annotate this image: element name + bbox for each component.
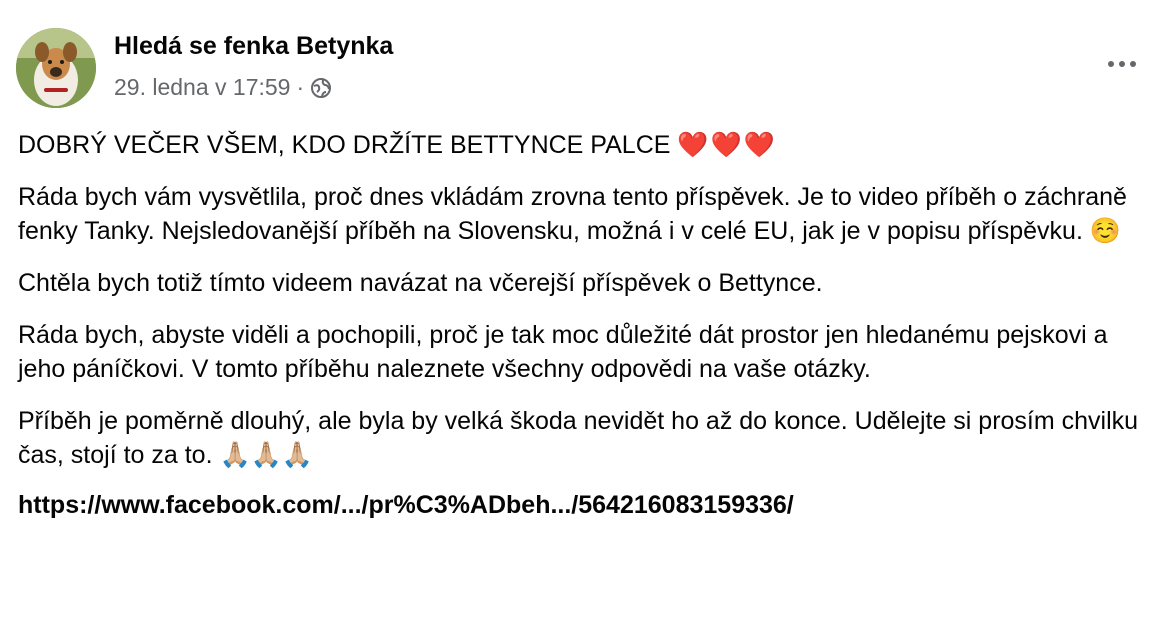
dog-avatar-image: [16, 28, 96, 108]
paragraph-text: Ráda bych, abyste viděli a pochopili, pr…: [18, 321, 1108, 383]
post-paragraph: Ráda bych, abyste viděli a pochopili, pr…: [18, 318, 1153, 386]
paragraph-text: Chtěla bych totiž tímto videem navázat n…: [18, 269, 823, 297]
hearts-emoji: ❤️❤️❤️: [677, 130, 777, 159]
post-paragraph: DOBRÝ VEČER VŠEM, KDO DRŽÍTE BETTYNCE PA…: [18, 128, 1153, 162]
post-paragraph: Ráda bych vám vysvětlila, proč dnes vklá…: [18, 180, 1153, 248]
pray-emoji: 🙏🏼🙏🏼🙏🏼: [219, 440, 313, 469]
paragraph-text: Ráda bych vám vysvětlila, proč dnes vklá…: [18, 183, 1127, 245]
globe-icon[interactable]: [310, 77, 332, 99]
post-link[interactable]: https://www.facebook.com/.../pr%C3%ADbeh…: [18, 488, 1153, 522]
post-paragraph: Chtěla bych totiž tímto videem navázat n…: [18, 266, 1153, 300]
post-meta: 29. ledna v 17:59 ·: [114, 74, 332, 101]
facebook-post: Hledá se fenka Betynka 29. ledna v 17:59…: [0, 0, 1164, 625]
avatar[interactable]: [16, 28, 96, 108]
post-timestamp[interactable]: 29. ledna v 17:59: [114, 74, 290, 101]
more-options-icon[interactable]: [1102, 50, 1142, 78]
smile-emoji: ☺️: [1089, 216, 1121, 245]
post-author-name[interactable]: Hledá se fenka Betynka: [114, 32, 393, 61]
paragraph-text: DOBRÝ VEČER VŠEM, KDO DRŽÍTE BETTYNCE PA…: [18, 131, 671, 159]
paragraph-text: Příběh je poměrně dlouhý, ale byla by ve…: [18, 407, 1139, 469]
post-paragraph: Příběh je poměrně dlouhý, ale byla by ve…: [18, 404, 1153, 472]
post-body: DOBRÝ VEČER VŠEM, KDO DRŽÍTE BETTYNCE PA…: [18, 128, 1153, 522]
post-header: Hledá se fenka Betynka 29. ledna v 17:59…: [16, 28, 1146, 108]
meta-separator: ·: [296, 74, 305, 100]
